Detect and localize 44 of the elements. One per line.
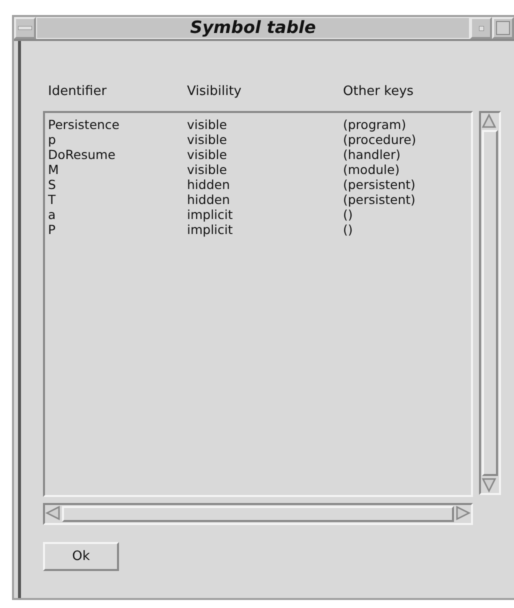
- table-cell-text: S: [48, 177, 57, 192]
- column-header: Visibility: [187, 84, 242, 98]
- column-header: Other keys: [343, 84, 415, 98]
- table-cell-text: visible: [187, 147, 228, 162]
- minimize-button[interactable]: [470, 17, 492, 39]
- window-title: Symbol table: [36, 17, 470, 39]
- table-cell-text: a: [48, 207, 57, 222]
- maximize-icon: [496, 21, 510, 35]
- table-cell-text: (handler): [343, 147, 402, 162]
- table-cell-text: T: [48, 192, 57, 207]
- minimize-icon: [478, 26, 484, 30]
- table-cell-text: hidden: [187, 192, 231, 207]
- table-cell-text: P: [48, 222, 57, 237]
- table-cell-text: visible: [187, 132, 228, 147]
- column-header: Identifier: [48, 84, 108, 98]
- table-cell-text: (persistent): [343, 177, 416, 192]
- symbol-list[interactable]: Persistence visible (program) p visible (procedure) DoResume visible (handler) M visible (module) S hidden (persistent) T hidden (persistent) a implicit () P implicit (): [43, 111, 473, 497]
- table-cell-text: visible: [187, 117, 228, 132]
- scroll-up-icon[interactable]: [481, 113, 497, 129]
- table-cell-text: (program): [343, 117, 408, 132]
- table-cell-text: (): [343, 222, 354, 237]
- table-cell-text: visible: [187, 162, 228, 177]
- table-cell-text: (persistent): [343, 192, 416, 207]
- scroll-left-icon[interactable]: [45, 505, 61, 521]
- table-cell-text: implicit: [187, 207, 234, 222]
- table-cell-text: hidden: [187, 177, 231, 192]
- menu-icon: [18, 26, 32, 30]
- table-cell-text: (module): [343, 162, 401, 177]
- scroll-thumb[interactable]: [482, 130, 498, 476]
- scroll-thumb[interactable]: [62, 506, 454, 522]
- table-cell-text: (): [343, 207, 354, 222]
- maximize-button[interactable]: [492, 17, 514, 39]
- ok-button[interactable]: Ok: [43, 542, 119, 571]
- scroll-down-icon[interactable]: [481, 477, 497, 493]
- horizontal-scrollbar[interactable]: [43, 503, 473, 525]
- scroll-right-icon[interactable]: [455, 505, 471, 521]
- vertical-scrollbar[interactable]: [479, 111, 501, 495]
- table-cell-text: (procedure): [343, 132, 418, 147]
- table-cell-text: implicit: [187, 222, 234, 237]
- table-cell-text: p: [48, 132, 57, 147]
- table-cell-text: Persistence: [48, 117, 120, 132]
- table-cell-text: M: [48, 162, 60, 177]
- window-menu-button[interactable]: [14, 17, 36, 39]
- table-cell-text: DoResume: [48, 147, 116, 162]
